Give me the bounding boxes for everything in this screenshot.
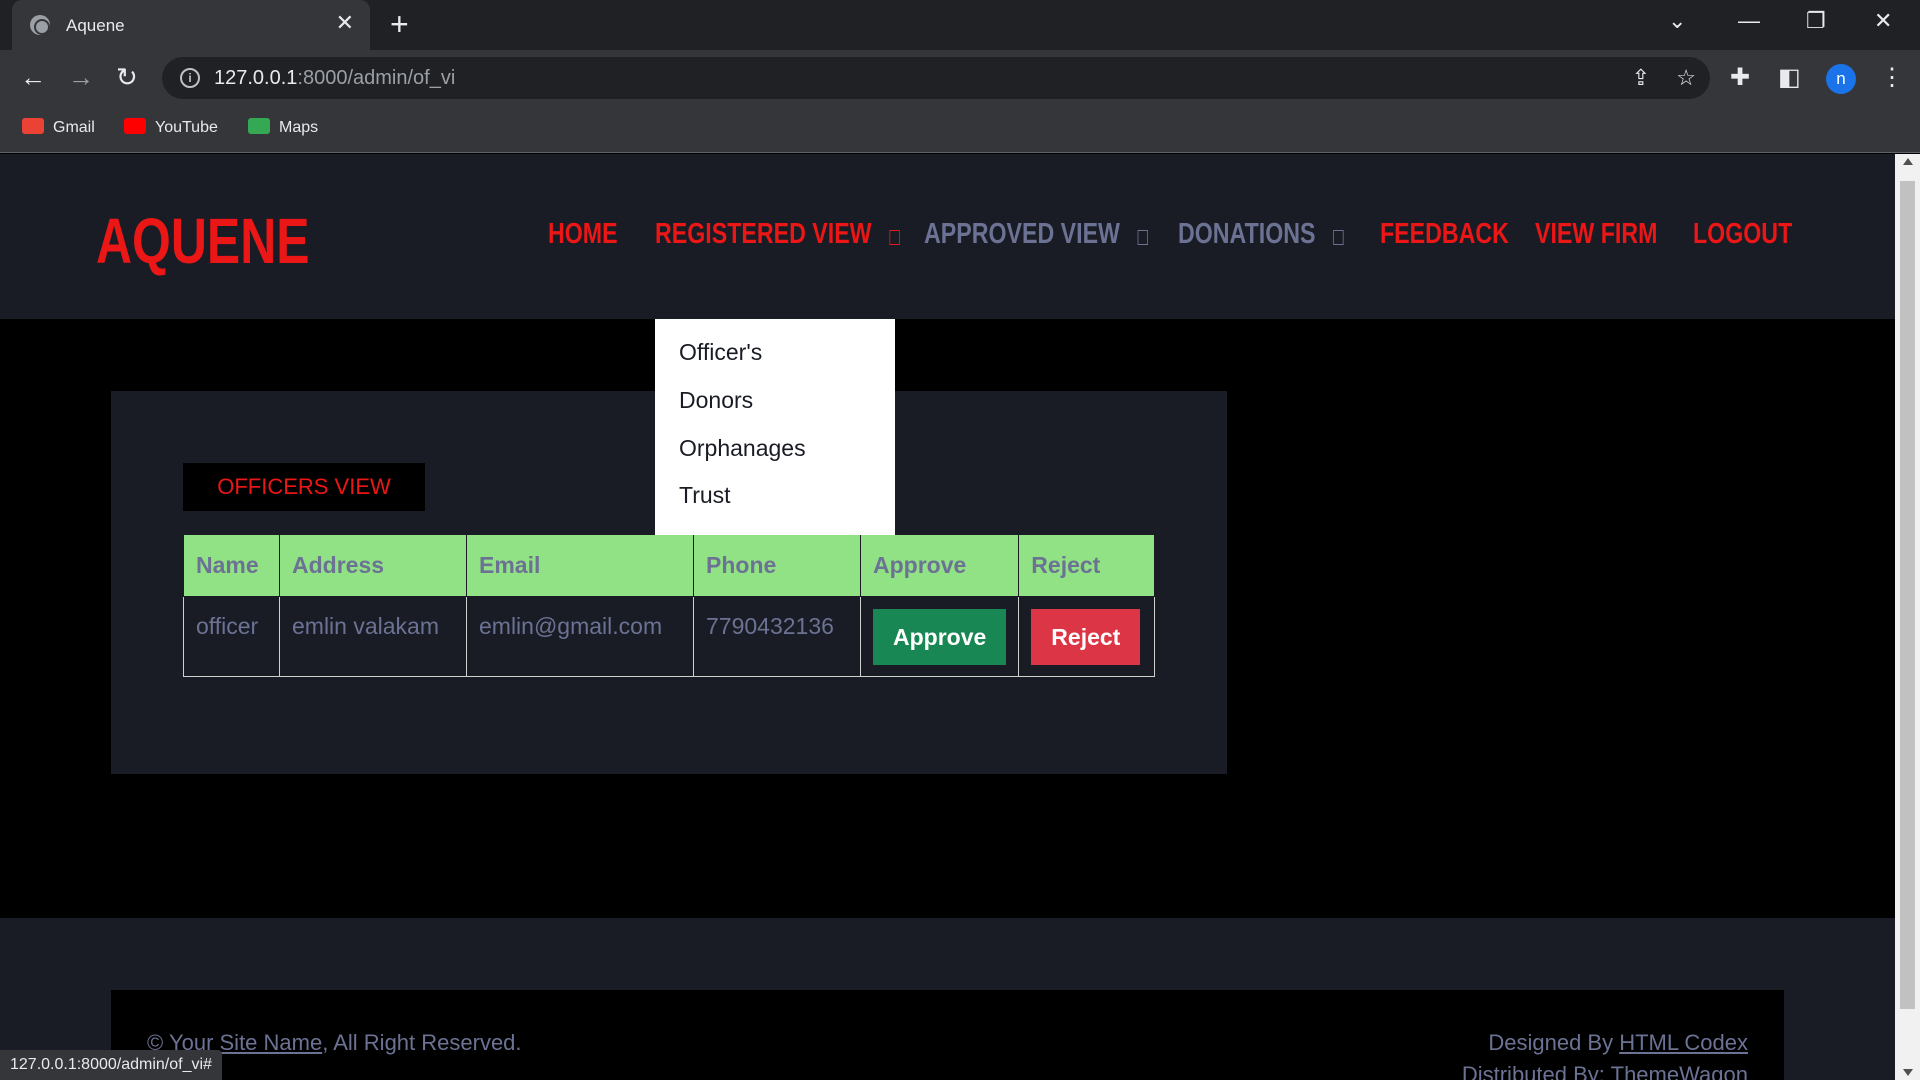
column-header-phone: Phone — [693, 534, 861, 597]
bookmark-maps[interactable]: Maps — [248, 118, 318, 137]
nav-registered-view[interactable]: REGISTERED VIEW — [655, 218, 900, 251]
column-header-approve: Approve — [859, 534, 1020, 597]
cell-phone: 7790432136 — [693, 596, 861, 677]
nav-home[interactable]: HOME — [548, 218, 618, 251]
table-header-row: Name Address Email Phone Approve Reject — [183, 534, 1156, 597]
dropdown-item-trust[interactable]: Trust — [679, 482, 731, 509]
designed-by-text: Designed By HTML Codex — [1488, 1030, 1748, 1055]
dropdown-caret-icon — [1333, 230, 1344, 245]
nav-donations[interactable]: DONATIONS — [1178, 218, 1344, 251]
registered-view-dropdown: Officer's Donors Orphanages Trust — [655, 319, 895, 535]
page-viewport: AQUENE HOME REGISTERED VIEW APPROVED VIE… — [0, 154, 1895, 1080]
menu-icon[interactable]: ⋮ — [1880, 63, 1904, 92]
site-header: AQUENE HOME REGISTERED VIEW APPROVED VIE… — [0, 154, 1895, 319]
scroll-down-icon[interactable] — [1903, 1069, 1913, 1076]
officers-table: Name Address Email Phone Approve Reject … — [183, 534, 1156, 677]
reject-button[interactable]: Reject — [1031, 609, 1141, 665]
cell-reject: Reject — [1018, 596, 1156, 677]
column-header-reject: Reject — [1018, 534, 1156, 597]
bookmark-youtube[interactable]: YouTube — [124, 118, 218, 137]
dropdown-caret-icon — [1137, 230, 1148, 245]
scroll-up-icon[interactable] — [1903, 158, 1913, 165]
site-footer: © Your Site Name, All Right Reserved. De… — [0, 918, 1895, 1080]
bookmark-gmail[interactable]: Gmail — [22, 118, 95, 137]
section-title: OFFICERS VIEW — [183, 463, 425, 511]
themewagon-link[interactable]: ThemeWagon — [1611, 1062, 1748, 1080]
forward-icon[interactable]: → — [68, 62, 94, 93]
tab-title: Aquene — [66, 16, 125, 35]
back-icon[interactable]: ← — [20, 62, 46, 93]
nav-view-firm[interactable]: VIEW FIRM — [1535, 218, 1657, 251]
extensions-icon[interactable]: ✚ — [1730, 63, 1750, 92]
footer-inner: © Your Site Name, All Right Reserved. De… — [111, 990, 1784, 1080]
distributed-by-text: Distributed By: ThemeWagon — [1462, 1062, 1748, 1080]
nav-approved-view[interactable]: APPROVED VIEW — [924, 218, 1148, 251]
page-scrollbar[interactable] — [1895, 154, 1920, 1080]
cell-address: emlin valakam — [279, 596, 467, 677]
dropdown-caret-icon — [889, 230, 900, 245]
dropdown-item-orphanages[interactable]: Orphanages — [679, 435, 806, 462]
gmail-icon — [22, 118, 44, 134]
nav-feedback[interactable]: FEEDBACK — [1380, 218, 1509, 251]
address-bar[interactable]: i 127.0.0.1:8000/admin/of_vi ⇪ ☆ — [162, 57, 1710, 99]
bookmark-star-icon[interactable]: ☆ — [1676, 65, 1696, 91]
cell-approve: Approve — [859, 596, 1020, 677]
minimize-icon[interactable]: — — [1738, 8, 1760, 34]
side-panel-icon[interactable]: ◧ — [1778, 63, 1801, 92]
tab-search-icon[interactable]: ⌄ — [1668, 8, 1686, 34]
browser-tab-bar: Aquene ✕ + ⌄ — ❐ ✕ — [0, 0, 1920, 51]
restore-icon[interactable]: ❐ — [1806, 8, 1826, 34]
html-codex-link[interactable]: HTML Codex — [1619, 1030, 1748, 1055]
share-icon[interactable]: ⇪ — [1632, 65, 1650, 91]
scrollbar-thumb[interactable] — [1900, 181, 1915, 1009]
youtube-icon — [124, 118, 146, 134]
table-row: officer emlin valakam emlin@gmail.com 77… — [183, 596, 1156, 677]
profile-avatar[interactable]: n — [1826, 64, 1856, 94]
link-status-bar: 127.0.0.1:8000/admin/of_vi# — [0, 1050, 222, 1080]
reload-icon[interactable]: ↻ — [116, 62, 138, 93]
bookmarks-bar: Gmail YouTube Maps — [0, 106, 1920, 153]
cell-name: officer — [183, 596, 280, 677]
close-window-icon[interactable]: ✕ — [1874, 8, 1892, 34]
cell-email: emlin@gmail.com — [466, 596, 694, 677]
maps-icon — [248, 118, 270, 134]
close-tab-icon[interactable]: ✕ — [336, 10, 354, 36]
dropdown-item-donors[interactable]: Donors — [679, 387, 753, 414]
url-text[interactable]: 127.0.0.1:8000/admin/of_vi — [214, 67, 455, 90]
approve-button[interactable]: Approve — [873, 609, 1007, 665]
column-header-email: Email — [466, 534, 694, 597]
site-info-icon[interactable]: i — [180, 68, 200, 88]
dropdown-item-officers[interactable]: Officer's — [679, 339, 762, 366]
column-header-address: Address — [279, 534, 467, 597]
column-header-name: Name — [183, 534, 280, 597]
browser-toolbar: ← → ↻ i 127.0.0.1:8000/admin/of_vi ⇪ ☆ ✚… — [0, 50, 1920, 106]
brand-logo[interactable]: AQUENE — [96, 204, 310, 278]
new-tab-icon[interactable]: + — [390, 6, 409, 43]
nav-logout[interactable]: LOGOUT — [1693, 218, 1792, 251]
globe-icon — [30, 15, 50, 35]
browser-tab[interactable]: Aquene ✕ — [12, 0, 370, 51]
